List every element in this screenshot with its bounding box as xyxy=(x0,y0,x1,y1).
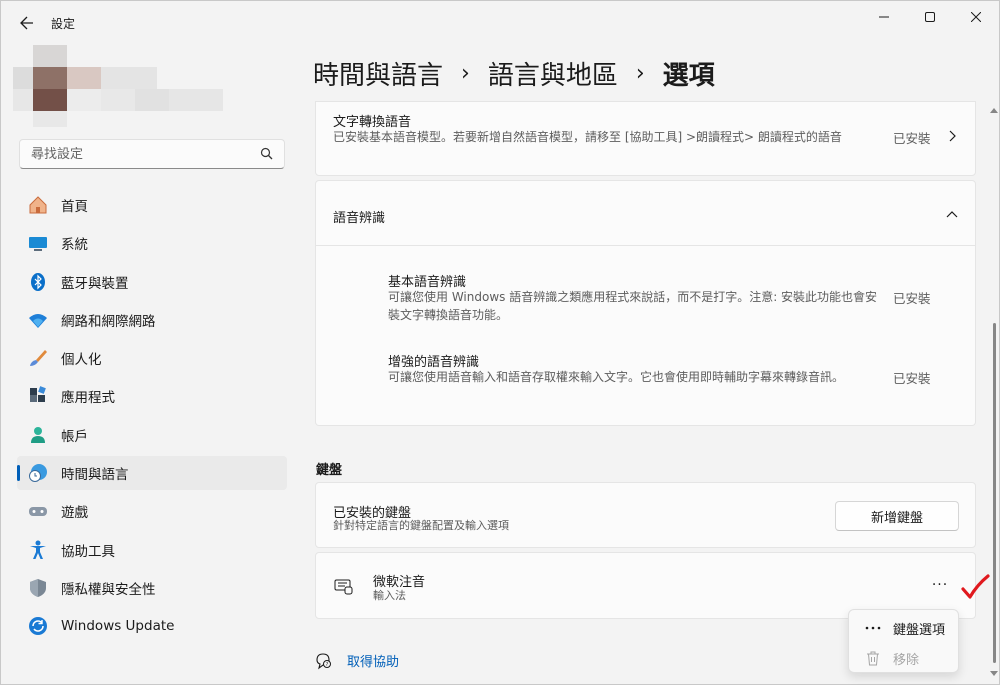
installed-keyboards-description: 針對特定語言的鍵盤配置及輸入選項 xyxy=(333,519,509,532)
account-icon xyxy=(27,424,49,446)
scroll-down-icon[interactable] xyxy=(990,669,998,677)
menu-item-remove[interactable]: 移除 xyxy=(849,644,959,672)
sidebar-item-label: 應用程式 xyxy=(61,390,115,407)
help-label: 取得協助 xyxy=(347,655,400,670)
system-icon xyxy=(27,232,49,254)
sidebar-item-accounts[interactable]: 帳戶 xyxy=(17,418,287,452)
search-icon[interactable] xyxy=(260,147,274,161)
menu-item-label: 移除 xyxy=(893,652,920,668)
search-box[interactable] xyxy=(19,139,285,169)
add-keyboard-button[interactable]: 新增鍵盤 xyxy=(835,501,959,531)
speech-recognition-body: 基本語音辨識 可讓您使用 Windows 語音辨識之類應用程式來說話，而不是打字… xyxy=(315,246,976,426)
breadcrumb-time-language[interactable]: 時間與語言 xyxy=(313,55,443,92)
sidebar-item-label: 網路和網際網路 xyxy=(61,313,156,330)
sidebar-item-time-language[interactable]: 時間與語言 xyxy=(17,456,287,491)
brush-icon xyxy=(27,347,49,369)
breadcrumb-language-region[interactable]: 語言與地區 xyxy=(488,55,618,92)
help-icon: ? xyxy=(316,652,331,669)
close-button[interactable] xyxy=(953,1,999,33)
search-input[interactable] xyxy=(31,146,251,162)
back-arrow-icon xyxy=(20,16,33,30)
checkmark-annotation-icon xyxy=(961,574,990,599)
sidebar-item-label: Windows Update xyxy=(61,618,175,635)
sidebar-item-home[interactable]: 首頁 xyxy=(17,188,287,222)
bluetooth-icon xyxy=(27,271,49,293)
minimize-icon xyxy=(879,16,889,18)
menu-item-keyboard-options[interactable]: 鍵盤選項 xyxy=(849,614,959,642)
speech-recognition-header[interactable]: 語音辨識 xyxy=(315,180,976,246)
svg-text:?: ? xyxy=(326,662,329,668)
wifi-icon xyxy=(27,309,49,331)
breadcrumb-separator: › xyxy=(635,61,645,86)
ime-context-menu: 鍵盤選項 移除 xyxy=(848,609,959,673)
user-profile-blurred[interactable] xyxy=(13,45,233,131)
speech-item-status: 已安裝 xyxy=(893,371,931,386)
time-language-icon xyxy=(27,462,49,484)
sidebar-item-personalization[interactable]: 個人化 xyxy=(17,341,287,375)
sidebar-item-label: 藍牙與裝置 xyxy=(61,275,129,292)
close-icon xyxy=(971,12,981,22)
sidebar-item-label: 帳戶 xyxy=(61,428,88,445)
accessibility-icon xyxy=(27,539,49,561)
sidebar-item-label: 時間與語言 xyxy=(61,467,129,484)
more-options-button[interactable]: ··· xyxy=(925,575,955,595)
tts-card[interactable]: 文字轉換語音 已安裝基本語音模型。若要新增自然語音模型，請移至 [協助工具] >… xyxy=(315,101,976,176)
sidebar-item-label: 首頁 xyxy=(61,199,88,215)
breadcrumb-separator: › xyxy=(461,61,470,86)
sidebar-item-label: 個人化 xyxy=(61,352,102,369)
trash-icon xyxy=(863,651,883,666)
title-bar: 設定 xyxy=(1,1,999,45)
sidebar-item-privacy[interactable]: 隱私權與安全性 xyxy=(17,571,287,605)
sidebar-item-label: 隱私權與安全性 xyxy=(61,581,156,598)
update-icon xyxy=(27,615,49,637)
scroll-up-icon[interactable] xyxy=(990,107,998,115)
speech-item-description: 可讓您使用 Windows 語音辨識之類應用程式來說話，而不是打字。注意: 安裝… xyxy=(388,290,878,322)
sidebar-item-system[interactable]: 系統 xyxy=(17,226,287,260)
minimize-button[interactable] xyxy=(861,1,907,33)
sidebar-item-label: 系統 xyxy=(61,237,88,254)
keyboard-ime-icon xyxy=(334,579,353,595)
sidebar-nav: 首頁 系統 藍牙與裝置 網路和網際網路 個人化 應用程式 帳戶 時間與語言 遊戲… xyxy=(17,188,287,648)
maximize-button[interactable] xyxy=(907,1,953,33)
tts-description: 已安裝基本語音模型。若要新增自然語音模型，請移至 [協助工具] >朗讀程式> 朗… xyxy=(333,130,842,144)
chevron-right-icon xyxy=(949,130,956,142)
app-title: 設定 xyxy=(51,17,76,31)
shield-icon xyxy=(27,577,49,599)
sidebar-item-accessibility[interactable]: 協助工具 xyxy=(17,533,287,567)
installed-keyboards-card: 已安裝的鍵盤 針對特定語言的鍵盤配置及輸入選項 新增鍵盤 xyxy=(315,482,976,548)
chevron-up-icon[interactable] xyxy=(946,209,958,221)
sidebar-item-network[interactable]: 網路和網際網路 xyxy=(17,303,287,337)
sidebar-item-label: 協助工具 xyxy=(61,543,115,560)
home-icon xyxy=(27,194,49,216)
back-button[interactable] xyxy=(13,9,41,37)
tts-status: 已安裝 xyxy=(893,131,931,146)
sidebar-item-bluetooth[interactable]: 藍牙與裝置 xyxy=(17,265,287,299)
menu-item-label: 鍵盤選項 xyxy=(893,622,946,638)
keyboard-section-label: 鍵盤 xyxy=(316,463,343,478)
maximize-icon xyxy=(925,12,935,22)
sidebar-item-apps[interactable]: 應用程式 xyxy=(17,379,287,413)
ime-type: 輸入法 xyxy=(373,589,406,602)
speech-item-status: 已安裝 xyxy=(893,291,931,306)
scrollbar-thumb[interactable] xyxy=(993,323,996,663)
sidebar-item-gaming[interactable]: 遊戲 xyxy=(17,494,287,528)
window-controls xyxy=(861,1,999,33)
sidebar-item-label: 遊戲 xyxy=(61,505,88,522)
gaming-icon xyxy=(27,500,49,522)
speech-recognition-title: 語音辨識 xyxy=(333,211,386,226)
breadcrumb: 時間與語言 › 語言與地區 › 選項 xyxy=(313,55,715,92)
page-title: 選項 xyxy=(662,61,715,91)
sidebar-item-windows-update[interactable]: Windows Update xyxy=(17,609,287,643)
get-help-link[interactable]: ? 取得協助 xyxy=(315,651,399,670)
more-icon xyxy=(863,626,883,630)
settings-window: 設定 尋找設定 首頁 系統 藍牙與裝置 網路和網際網路 個人化 應用程式 帳戶 … xyxy=(0,0,1000,685)
apps-icon xyxy=(27,385,49,407)
speech-item-description: 可讓您使用語音輸入和語音存取權來輸入文字。它也會使用即時輔助字幕來轉錄音訊。 xyxy=(388,370,845,384)
